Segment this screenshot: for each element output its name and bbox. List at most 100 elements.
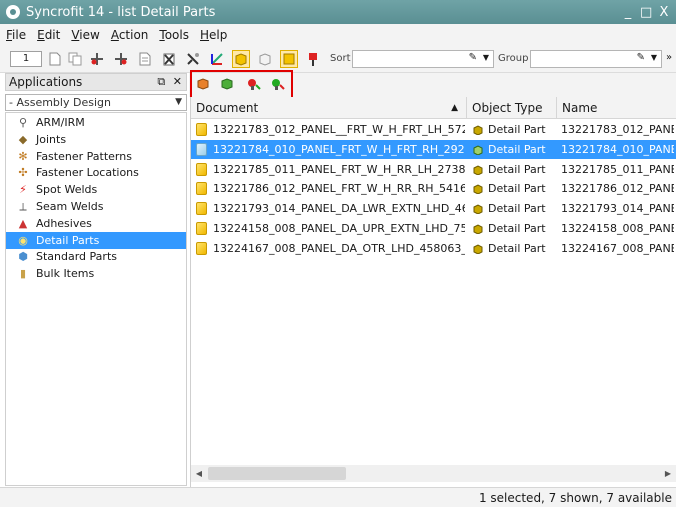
status-text: 1 selected, 7 shown, 7 available xyxy=(478,491,672,505)
app-item-fastener-patterns[interactable]: ✻ Fastener Patterns xyxy=(6,148,186,165)
part-highlight-icon[interactable] xyxy=(280,50,298,68)
seam-weld-icon: ⟂ xyxy=(19,199,27,213)
cell-object-type: Detail Part xyxy=(488,202,546,216)
group-label: Group xyxy=(498,53,529,64)
menu-edit[interactable]: Edit xyxy=(37,28,60,42)
cell-object-type: Detail Part xyxy=(488,142,546,156)
document-icon[interactable] xyxy=(136,50,154,68)
app-item-joints[interactable]: ◆ Joints xyxy=(6,131,186,148)
app-item-fastener-locations[interactable]: ✣ Fastener Locations xyxy=(6,164,186,181)
app-item-label: Spot Welds xyxy=(36,183,98,197)
detail-part-type-icon xyxy=(473,165,483,175)
app-item-standard-parts[interactable]: ⬢ Standard Parts xyxy=(6,248,186,265)
menu-help[interactable]: Help xyxy=(200,28,227,42)
table-row[interactable]: 13221783_012_PANEL__FRT_W_H_FRT_LH_57253… xyxy=(191,120,676,139)
app-item-label: Adhesives xyxy=(36,216,92,230)
fastener-pattern-icon: ✻ xyxy=(18,149,28,163)
pencil-icon[interactable]: ✎ xyxy=(637,52,645,63)
menu-file[interactable]: File xyxy=(6,28,26,42)
wire-box-icon[interactable] xyxy=(256,50,274,68)
count-field[interactable]: 1 xyxy=(10,51,42,67)
document-icon xyxy=(196,142,207,156)
fastener-edit-icon[interactable] xyxy=(112,50,130,68)
app-item-label: Fastener Locations xyxy=(36,166,139,180)
menu-tools[interactable]: Tools xyxy=(159,28,189,42)
flag-icon[interactable] xyxy=(304,50,322,68)
horizontal-scrollbar[interactable]: ◀ ▶ xyxy=(191,465,676,482)
cell-name: 13221783_012_PANEL_ xyxy=(561,123,674,136)
cell-name: 13221785_011_PANEL_ xyxy=(561,162,674,176)
app-item-bulk-items[interactable]: ▮ Bulk Items xyxy=(6,265,186,282)
cell-document: 13221783_012_PANEL__FRT_W_H_FRT_LH_57253… xyxy=(213,123,465,136)
tool-icon[interactable] xyxy=(184,50,202,68)
cell-document: 13221784_010_PANEL_FRT_W_H_FRT_RH_292543… xyxy=(213,142,465,156)
applications-panel-title: Applications xyxy=(9,75,83,89)
scroll-left-icon[interactable]: ◀ xyxy=(191,465,207,482)
detail-part-type-icon xyxy=(473,145,483,155)
cell-object-type: Detail Part xyxy=(488,162,546,176)
solid-box-icon[interactable] xyxy=(232,50,250,68)
app-item-label: ARM/IRM xyxy=(36,116,85,129)
overflow-chevron-icon[interactable]: » xyxy=(666,52,672,63)
table-header: Document ▲ Object Type Name xyxy=(191,97,676,119)
column-header-name[interactable]: Name xyxy=(557,97,676,119)
new-document-icon[interactable] xyxy=(46,50,64,68)
chevron-down-icon[interactable]: ▼ xyxy=(651,53,657,62)
scrollbar-thumb[interactable] xyxy=(208,467,346,480)
part-green-icon[interactable] xyxy=(220,77,236,91)
app-item-seam-welds[interactable]: ⟂ Seam Welds xyxy=(6,198,186,215)
column-header-document[interactable]: Document ▲ xyxy=(191,97,467,119)
table-row[interactable]: 13224158_008_PANEL_DA_UPR_EXTN_LHD_7512.… xyxy=(191,219,676,238)
maximize-button[interactable]: □ xyxy=(640,5,652,20)
window-title: Syncrofit 14 - list Detail Parts xyxy=(26,4,216,20)
toolbar: 1 Sort ✎ ▼ Group ✎ ▼ » xyxy=(0,45,676,73)
cell-document: 13224158_008_PANEL_DA_UPR_EXTN_LHD_7512.… xyxy=(213,222,465,235)
detail-part-type-icon xyxy=(473,184,483,195)
cell-document: 13221786_012_PANEL_FRT_W_H_RR_RH_541603_… xyxy=(213,182,465,196)
table-row[interactable]: 13224167_008_PANEL_DA_OTR_LHD_458063_jt_… xyxy=(191,239,676,258)
app-item-label: Joints xyxy=(36,132,67,146)
cell-name: 13224167_008_PANEL_ xyxy=(561,241,674,255)
pencil-icon[interactable]: ✎ xyxy=(469,52,477,63)
table-row[interactable]: 13221785_011_PANEL_FRT_W_H_RR_LH_273871_… xyxy=(191,160,676,179)
app-icon xyxy=(6,5,20,19)
app-item-adhesives[interactable]: ▲ Adhesives xyxy=(6,215,186,232)
menu-bar: File Edit View Action Tools Help xyxy=(0,24,676,45)
application-selector[interactable]: - Assembly Design ▼ xyxy=(5,94,187,111)
chevron-down-icon[interactable]: ▼ xyxy=(483,53,489,62)
axis-icon[interactable] xyxy=(208,50,226,68)
minimize-button[interactable]: _ xyxy=(622,5,634,20)
sort-combo[interactable]: ✎ ▼ xyxy=(352,50,494,68)
group-combo[interactable]: ✎ ▼ xyxy=(530,50,662,68)
scroll-right-icon[interactable]: ▶ xyxy=(660,465,676,482)
float-panel-icon[interactable]: ⧉ xyxy=(157,75,165,88)
app-item-label: Standard Parts xyxy=(36,250,117,264)
app-item-label: Seam Welds xyxy=(36,200,104,213)
table-row[interactable]: 13221786_012_PANEL_FRT_W_H_RR_RH_541603_… xyxy=(191,179,676,198)
column-header-object-type[interactable]: Object Type xyxy=(467,97,557,119)
cell-name: 13221786_012_PANEL_ xyxy=(561,182,674,196)
app-item-spot-welds[interactable]: ⚡ Spot Welds xyxy=(6,181,186,198)
app-item-detail-parts[interactable]: ◉ Detail Parts xyxy=(6,231,186,249)
detail-part-type-icon xyxy=(473,244,483,254)
cell-object-type: Detail Part xyxy=(488,222,546,235)
menu-action[interactable]: Action xyxy=(111,28,149,42)
fastener-insert-icon[interactable] xyxy=(88,50,106,68)
close-panel-icon[interactable]: ✕ xyxy=(173,75,182,88)
cell-document: 13224167_008_PANEL_DA_OTR_LHD_458063_jt_… xyxy=(213,241,465,255)
close-button[interactable]: X xyxy=(658,5,670,20)
document-icon xyxy=(196,123,207,136)
part-add-icon[interactable] xyxy=(270,77,286,91)
part-orange-icon[interactable] xyxy=(196,77,212,91)
menu-view[interactable]: View xyxy=(71,28,99,42)
fastener-location-icon: ✣ xyxy=(18,166,28,180)
part-remove-icon[interactable] xyxy=(246,77,262,91)
cell-object-type: Detail Part xyxy=(488,182,546,196)
delete-icon[interactable] xyxy=(160,50,178,68)
copy-icon[interactable] xyxy=(66,50,84,68)
table-row[interactable]: 13221784_010_PANEL_FRT_W_H_FRT_RH_292543… xyxy=(191,139,676,159)
app-item-label: Bulk Items xyxy=(36,267,95,281)
window-controls: _ □ X xyxy=(622,5,670,20)
table-row[interactable]: 13221793_014_PANEL_DA_LWR_EXTN_LHD_4664.… xyxy=(191,199,676,218)
app-item-arm-irm[interactable]: ⚲ ARM/IRM xyxy=(6,114,186,131)
